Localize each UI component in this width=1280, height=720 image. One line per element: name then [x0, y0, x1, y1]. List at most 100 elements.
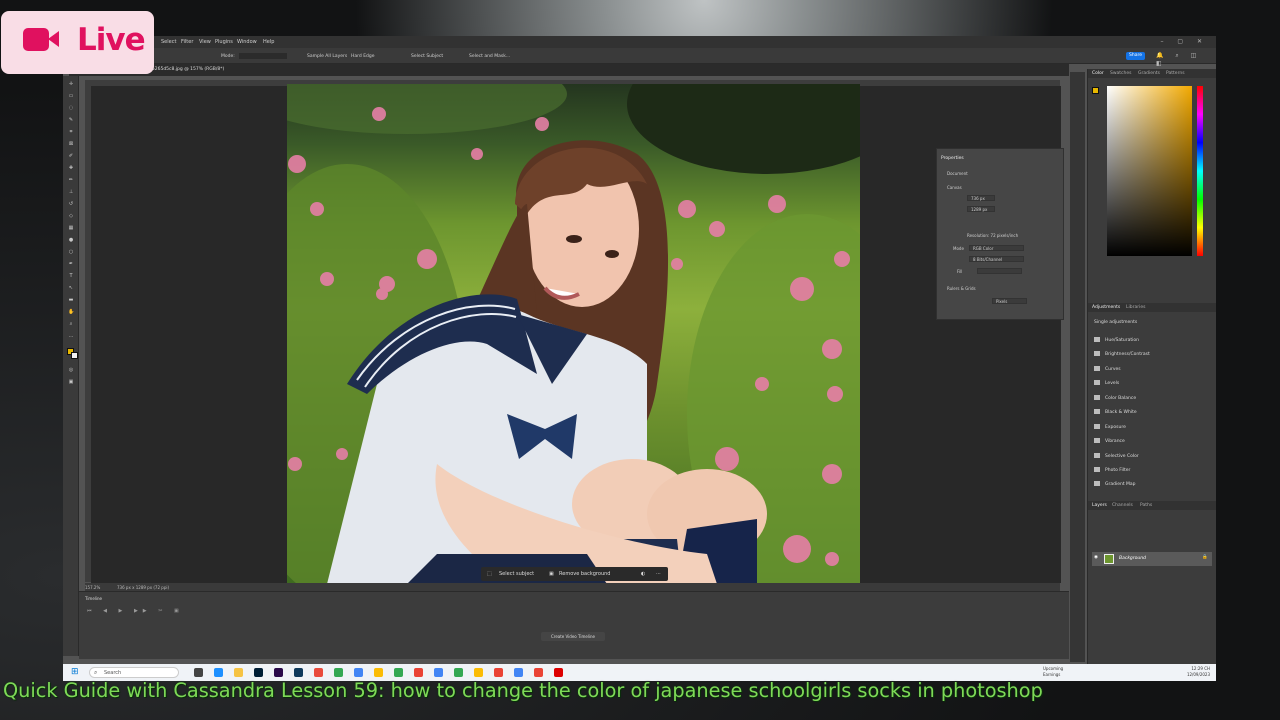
tab-libraries[interactable]: Libraries [1126, 305, 1145, 310]
ctx-settings-icon[interactable]: ◐ [641, 571, 645, 577]
create-video-timeline-button[interactable]: Create Video Timeline [541, 632, 605, 641]
windows-start-icon[interactable]: ⊞ [71, 668, 80, 677]
menu-plugins[interactable]: Plugins [215, 39, 233, 45]
adj-selective-color[interactable]: Selective Color [1094, 453, 1139, 459]
healing-tool-icon[interactable]: ✚ [68, 166, 74, 171]
frame-tool-icon[interactable]: ⊠ [68, 142, 74, 147]
eyedropper-tool-icon[interactable]: ✐ [68, 154, 74, 159]
chrome-app-icon-6[interactable] [434, 668, 443, 677]
ctx-more-icon[interactable]: ⋯ [656, 571, 661, 577]
ctx-remove-background[interactable]: Remove background [559, 571, 610, 577]
tab-paths[interactable]: Paths [1140, 503, 1152, 508]
task-view-icon[interactable] [194, 668, 203, 677]
stamp-tool-icon[interactable]: ⊥ [68, 190, 74, 195]
visibility-eye-icon[interactable]: ◉ [1094, 555, 1098, 560]
timeline-controls[interactable]: ⏮ ◀ ▶ ▶▶ ✂ ▣ [87, 608, 184, 614]
chrome-app-icon-2[interactable] [354, 668, 363, 677]
height-field[interactable]: 1289 px [967, 206, 995, 212]
tab-gradients[interactable]: Gradients [1138, 71, 1160, 76]
select-and-mask-button[interactable]: Select and Mask... [469, 54, 510, 59]
type-tool-icon[interactable]: T [68, 274, 74, 279]
menu-view[interactable]: View [199, 39, 211, 45]
menu-filter[interactable]: Filter [181, 39, 193, 45]
adj-exposure[interactable]: Exposure [1094, 424, 1126, 430]
chrome-app-icon-11[interactable] [534, 668, 543, 677]
chrome-app-icon-9[interactable] [494, 668, 503, 677]
chrome-app-icon-10[interactable] [514, 668, 523, 677]
adj-vibrance[interactable]: Vibrance [1094, 438, 1125, 444]
panel-icon-strip[interactable] [1070, 72, 1085, 662]
document-tab[interactable]: 35265d5c8.jpg @ 157% (RGB/8*) [69, 64, 1069, 76]
width-field[interactable]: 736 px [967, 195, 995, 201]
gradient-tool-icon[interactable]: ▦ [68, 226, 74, 231]
tab-layers[interactable]: Layers [1092, 503, 1107, 508]
adj-curves[interactable]: Curves [1094, 366, 1121, 372]
brush-tool-icon[interactable]: ✏ [68, 178, 74, 183]
tab-adjustments[interactable]: Adjustments [1092, 305, 1120, 310]
marquee-tool-icon[interactable]: ▭ [68, 94, 74, 99]
adj-black-white[interactable]: Black & White [1094, 409, 1137, 415]
chrome-app-icon-3[interactable] [374, 668, 383, 677]
history-brush-icon[interactable]: ↺ [68, 202, 74, 207]
hue-slider[interactable] [1197, 86, 1203, 256]
hard-edge-checkbox[interactable]: Hard Edge [351, 54, 375, 59]
eraser-tool-icon[interactable]: ◇ [68, 214, 74, 219]
zoom-level[interactable]: 157.2% [85, 585, 100, 590]
system-tray-clock[interactable]: 12:29 CH 12/09/2023 [1187, 666, 1210, 678]
chrome-app-icon-4[interactable] [394, 668, 403, 677]
canvas-section[interactable]: Canvas [947, 185, 962, 190]
app-icon-6[interactable] [294, 668, 303, 677]
crop-tool-icon[interactable]: ⌗ [68, 130, 74, 135]
photoshop-app-icon[interactable] [254, 668, 263, 677]
color-picker-field[interactable] [1107, 86, 1192, 256]
taskbar-search[interactable]: ⌕ Search [89, 667, 179, 678]
pen-tool-icon[interactable]: ✒ [68, 262, 74, 267]
tab-patterns[interactable]: Patterns [1166, 71, 1185, 76]
mode-select[interactable] [239, 53, 287, 59]
adj-hue-saturation[interactable]: Hue/Saturation [1094, 337, 1139, 343]
adj-brightness-contrast[interactable]: Brightness/Contrast [1094, 351, 1150, 357]
app-icon-7[interactable] [314, 668, 323, 677]
path-select-tool-icon[interactable]: ↖ [68, 286, 74, 291]
quick-select-tool-icon[interactable]: ✎ [68, 118, 74, 123]
opera-app-icon[interactable] [554, 668, 563, 677]
mode-select[interactable]: RGB Color [969, 245, 1024, 251]
bits-select[interactable]: 8 Bits/Channel [969, 256, 1024, 262]
tab-channels[interactable]: Channels [1112, 503, 1133, 508]
chrome-app-icon[interactable] [334, 668, 343, 677]
sample-all-layers-checkbox[interactable]: Sample All Layers [307, 54, 347, 59]
chrome-app-icon-7[interactable] [454, 668, 463, 677]
lasso-tool-icon[interactable]: ◌ [68, 106, 74, 111]
layer-lock-icon[interactable]: 🔒 [1202, 555, 1208, 560]
adj-gradient-map[interactable]: Gradient Map [1094, 481, 1136, 487]
more-tools-icon[interactable]: … [68, 334, 74, 339]
document-image[interactable] [287, 84, 860, 584]
menu-select[interactable]: Select [161, 39, 176, 45]
rulers-section[interactable]: Rulers & Grids [947, 286, 976, 291]
share-button[interactable]: Share [1126, 52, 1145, 60]
single-adjustments-header[interactable]: Single adjustments [1094, 320, 1137, 325]
hand-tool-icon[interactable]: ✋ [68, 310, 74, 315]
tab-color[interactable]: Color [1092, 71, 1104, 76]
zoom-tool-icon[interactable]: ⌕ [68, 322, 74, 327]
color-panel-foreground-swatch[interactable] [1092, 87, 1099, 94]
weather-widget[interactable]: Upcoming Earnings [1043, 666, 1063, 678]
select-subject-button[interactable]: Select Subject [411, 54, 443, 59]
edge-app-icon[interactable] [214, 668, 223, 677]
options-icons[interactable]: 🔔 ⌕ ◫ ◧ [1156, 52, 1216, 67]
move-tool-icon[interactable]: ✛ [68, 82, 74, 87]
tab-swatches[interactable]: Swatches [1110, 71, 1132, 76]
adj-levels[interactable]: Levels [1094, 380, 1119, 386]
menu-help[interactable]: Help [263, 39, 274, 45]
adj-color-balance[interactable]: Color Balance [1094, 395, 1136, 401]
layer-background[interactable]: ◉ Background 🔒 [1092, 552, 1212, 566]
menu-window[interactable]: Window [237, 39, 257, 45]
premiere-app-icon[interactable] [274, 668, 283, 677]
units-select[interactable]: Pixels [992, 298, 1027, 304]
adj-photo-filter[interactable]: Photo Filter [1094, 467, 1130, 473]
ctx-select-subject[interactable]: Select subject [499, 571, 534, 577]
chrome-app-icon-8[interactable] [474, 668, 483, 677]
blur-tool-icon[interactable]: ● [68, 238, 74, 243]
background-color-swatch[interactable] [71, 352, 78, 359]
screen-mode-icon[interactable]: ▣ [68, 380, 74, 385]
